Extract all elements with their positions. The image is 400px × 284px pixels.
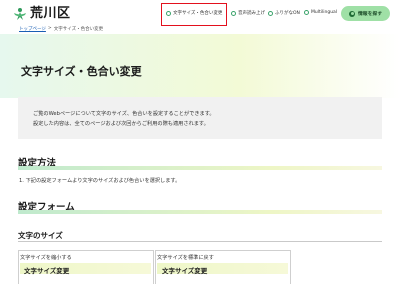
method-step-1: 1. 下記の設定フォームより文字のサイズおよび色合いを選択します。: [19, 178, 181, 184]
ruby-toggle-link[interactable]: ふりがなON: [268, 10, 300, 16]
search-info-button[interactable]: 情報を探す: [341, 6, 390, 21]
multilingual-label: Multilingual: [311, 10, 338, 15]
font-size-heading: 文字のサイズ: [18, 231, 63, 240]
breadcrumb-home-link[interactable]: トップページ: [19, 26, 46, 32]
breadcrumb-current: 文字サイズ・色合い変更: [53, 27, 104, 32]
reset-font-sample: 文字サイズ変更: [162, 267, 208, 275]
circle-bullet-icon: [304, 10, 309, 15]
multilingual-link[interactable]: Multilingual: [304, 10, 337, 15]
shrink-font-sample: 文字サイズ変更: [24, 267, 70, 275]
highlight-box: [161, 3, 227, 26]
site-name: 荒川区: [30, 6, 71, 21]
site-header: 荒川区 文字サイズ・色合い変更 音声読み上げ ふりがなON Multilingu…: [0, 0, 400, 27]
page-title: 文字サイズ・色合い変更: [21, 65, 142, 78]
intro-text-line2: 設定した内容は、全てのページおよび次回からご利用の際も適用されます。: [33, 121, 209, 127]
form-heading-underline: [18, 210, 382, 214]
ruby-toggle-label: ふりがなON: [275, 11, 300, 16]
voice-reading-link[interactable]: 音声読み上げ: [231, 10, 265, 16]
circle-bullet-icon: [268, 10, 273, 16]
intro-box: [18, 97, 382, 139]
circle-bullet-icon: [231, 10, 236, 16]
method-heading-underline: [18, 166, 382, 170]
breadcrumb-separator: >: [47, 26, 52, 31]
search-button-label: 情報を探す: [358, 12, 382, 17]
font-size-heading-rule: [18, 241, 382, 242]
search-icon: [349, 10, 355, 17]
shrink-font-caption: 文字サイズを縮小する: [20, 255, 72, 261]
arakawa-logo-icon: [14, 8, 26, 20]
voice-reading-label: 音声読み上げ: [238, 11, 265, 16]
breadcrumb: トップページ > 文字サイズ・色合い変更: [19, 26, 103, 32]
site-logo[interactable]: 荒川区: [13, 7, 71, 21]
reset-font-caption: 文字サイズを標準に戻す: [157, 255, 214, 261]
intro-text-line1: ご覧のWebページについて文字のサイズ、色合いを設定することができます。: [33, 111, 215, 117]
